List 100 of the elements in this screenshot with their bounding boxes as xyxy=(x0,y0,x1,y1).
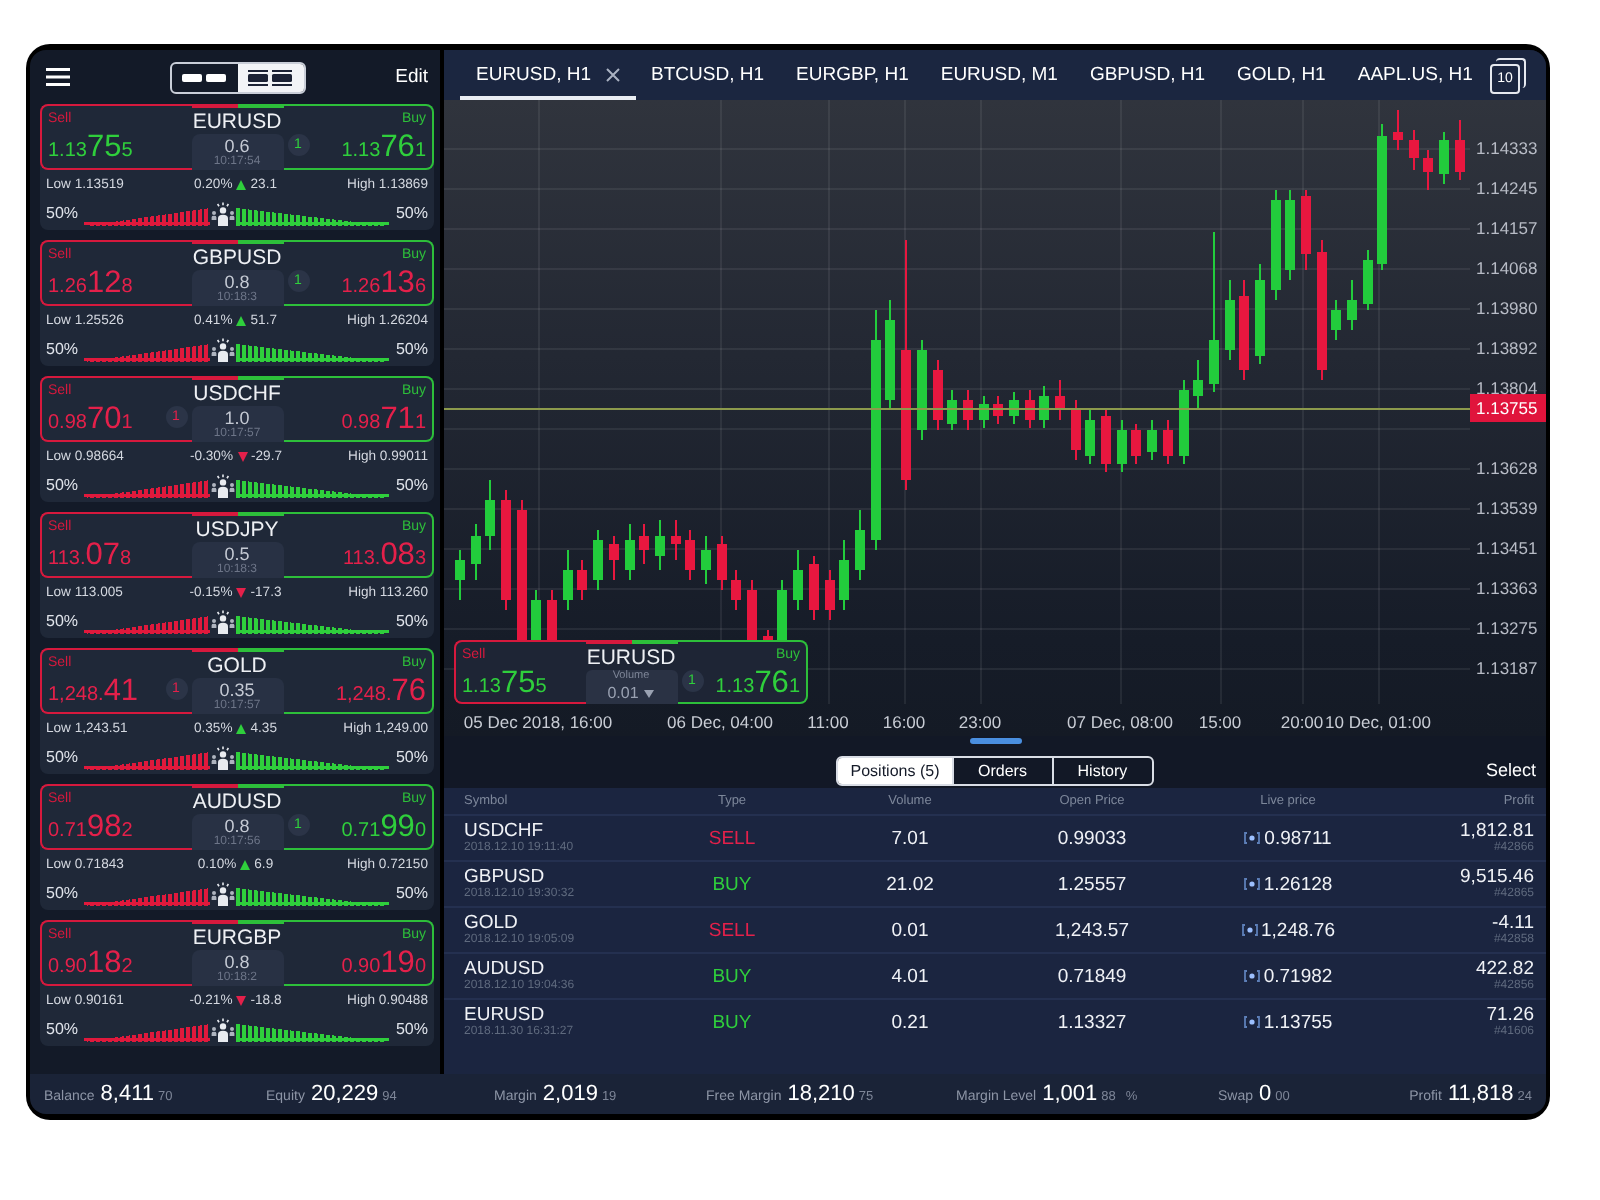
menu-icon[interactable] xyxy=(46,68,70,86)
chart-tab[interactable]: GBPUSD, H1 xyxy=(1073,50,1221,100)
spread-value: 0.8 xyxy=(224,816,250,836)
profit-value: 9,515.46 xyxy=(1460,866,1534,888)
table-cell: 1.25557 xyxy=(1057,873,1127,895)
bracketed-dot-icon xyxy=(1241,924,1257,936)
profit-value: 71.26 xyxy=(1486,1004,1534,1026)
profit-value: -4.11 xyxy=(1492,912,1534,934)
drag-handle[interactable] xyxy=(969,738,1021,744)
chart-tab[interactable]: EURUSD, M1 xyxy=(924,50,1074,100)
axis-label: 07 Dec, 08:00 xyxy=(1067,712,1173,732)
symbol-text: AUDUSD xyxy=(464,958,545,980)
summary-value: 20,229 xyxy=(310,1082,379,1106)
table-cell: 21.02 xyxy=(886,873,934,895)
symbol-name: USDJPY xyxy=(195,518,279,542)
chart-tab[interactable]: BTCUSD, H1 xyxy=(635,50,781,100)
symbol-name: EURGBP xyxy=(192,926,282,950)
symbol-text: GOLD xyxy=(464,912,518,934)
axis-label: 16:00 xyxy=(882,712,926,732)
symbol-text: USDCHF xyxy=(464,820,544,842)
symbol-text: EURUSD xyxy=(464,1004,545,1026)
symbol-name: GOLD xyxy=(207,654,267,678)
summary-value: 8,411 xyxy=(100,1082,155,1106)
bracketed-dot-icon xyxy=(1243,970,1260,982)
table-cell: 1.13327 xyxy=(1057,1011,1127,1033)
segment-tab[interactable]: History xyxy=(1051,757,1152,783)
summary-value: 1,001 xyxy=(1042,1082,1098,1106)
current-price-tag: 1.13755 xyxy=(1470,394,1546,422)
segment-tab[interactable]: Orders xyxy=(951,757,1052,783)
trade-type: SELL xyxy=(708,827,756,849)
symbol-name: AUDUSD xyxy=(192,790,282,814)
sentiment-percent: 50% xyxy=(395,748,428,766)
spread-value: 0.6 xyxy=(224,136,250,156)
view-toggle-button[interactable] xyxy=(237,63,303,91)
sentiment-percent: 50% xyxy=(46,340,79,358)
axis-label: 06 Dec, 04:00 xyxy=(667,712,773,732)
sentiment-percent: 50% xyxy=(395,340,428,358)
axis-label: 1.13892 xyxy=(1476,338,1538,358)
axis-label: 1.13187 xyxy=(1476,658,1538,678)
spread-value: 0.5 xyxy=(224,544,250,564)
axis-label: 1.13980 xyxy=(1476,298,1538,318)
axis-label: 1.13363 xyxy=(1476,578,1538,598)
axis-label: 1.13628 xyxy=(1476,458,1538,478)
people-icon xyxy=(210,745,236,769)
sentiment-percent: 50% xyxy=(46,204,79,222)
profit-value: 422.82 xyxy=(1475,958,1534,980)
axis-label: 1.14157 xyxy=(1476,218,1538,238)
people-icon xyxy=(210,201,236,225)
table-cell: 1,243.57 xyxy=(1055,919,1129,941)
segment-tab[interactable]: Positions (5) xyxy=(838,757,952,783)
people-icon xyxy=(210,881,236,905)
symbol-name: GBPUSD xyxy=(192,246,282,270)
sentiment-percent: 50% xyxy=(46,1020,79,1038)
symbol-name: USDCHF xyxy=(193,382,281,406)
profit-value: 1,812.81 xyxy=(1460,820,1534,842)
axis-label: 15:00 xyxy=(1198,712,1242,732)
axis-label: 20:00 xyxy=(1280,712,1324,732)
two-bars-icon xyxy=(182,73,226,81)
sentiment-percent: 50% xyxy=(395,612,428,630)
spread-value: 1.0 xyxy=(224,408,250,428)
trade-type: BUY xyxy=(712,965,752,987)
view-toggle[interactable] xyxy=(169,61,305,93)
chart-tab[interactable]: AAPL.US, H1 xyxy=(1341,50,1489,100)
spread-value: 0.35 xyxy=(219,680,255,700)
sentiment-percent: 50% xyxy=(395,1020,428,1038)
summary-value: 0 xyxy=(1259,1082,1272,1106)
people-icon xyxy=(210,609,236,633)
symbol-name: EURUSD xyxy=(586,646,676,670)
sentiment-percent: 50% xyxy=(46,884,79,902)
table-cell: 0.71982 xyxy=(1263,965,1333,987)
two-panels-icon xyxy=(248,69,292,85)
sentiment-percent: 50% xyxy=(395,476,428,494)
summary-value: 11,818 xyxy=(1447,1082,1514,1106)
bracketed-dot-icon xyxy=(1244,832,1261,844)
people-icon xyxy=(210,473,236,497)
table-cell: 0.98711 xyxy=(1264,827,1332,849)
axis-label: 10 Dec, 01:00 xyxy=(1325,712,1431,732)
axis-label: 11:00 xyxy=(807,712,849,732)
chart-tab[interactable]: EURGBP, H1 xyxy=(780,50,925,100)
trade-type: BUY xyxy=(712,1011,752,1033)
close-icon[interactable] xyxy=(605,68,620,82)
bracketed-dot-icon xyxy=(1243,878,1260,890)
summary-value: 2,019 xyxy=(542,1082,598,1106)
table-cell: 1.26128 xyxy=(1263,873,1333,895)
sentiment-percent: 50% xyxy=(46,476,79,494)
table-cell: 1.13755 xyxy=(1263,1011,1333,1033)
bracketed-dot-icon xyxy=(1243,1016,1260,1028)
axis-label: 1.13451 xyxy=(1476,538,1538,558)
sentiment-percent: 50% xyxy=(395,884,428,902)
axis-label: 1.14245 xyxy=(1476,178,1538,198)
symbol-text: GBPUSD xyxy=(464,866,545,888)
trade-type: SELL xyxy=(708,919,756,941)
chart-tab[interactable]: GOLD, H1 xyxy=(1221,50,1342,100)
table-cell: 4.01 xyxy=(891,965,929,987)
select-button[interactable]: Select xyxy=(1485,760,1536,780)
table-cell: 1,248.76 xyxy=(1261,919,1335,941)
edit-button[interactable]: Edit xyxy=(395,62,428,92)
axis-label: 1.14333 xyxy=(1476,138,1538,158)
table-cell: 0.21 xyxy=(891,1011,929,1033)
axis-label: 1.13539 xyxy=(1476,498,1538,518)
